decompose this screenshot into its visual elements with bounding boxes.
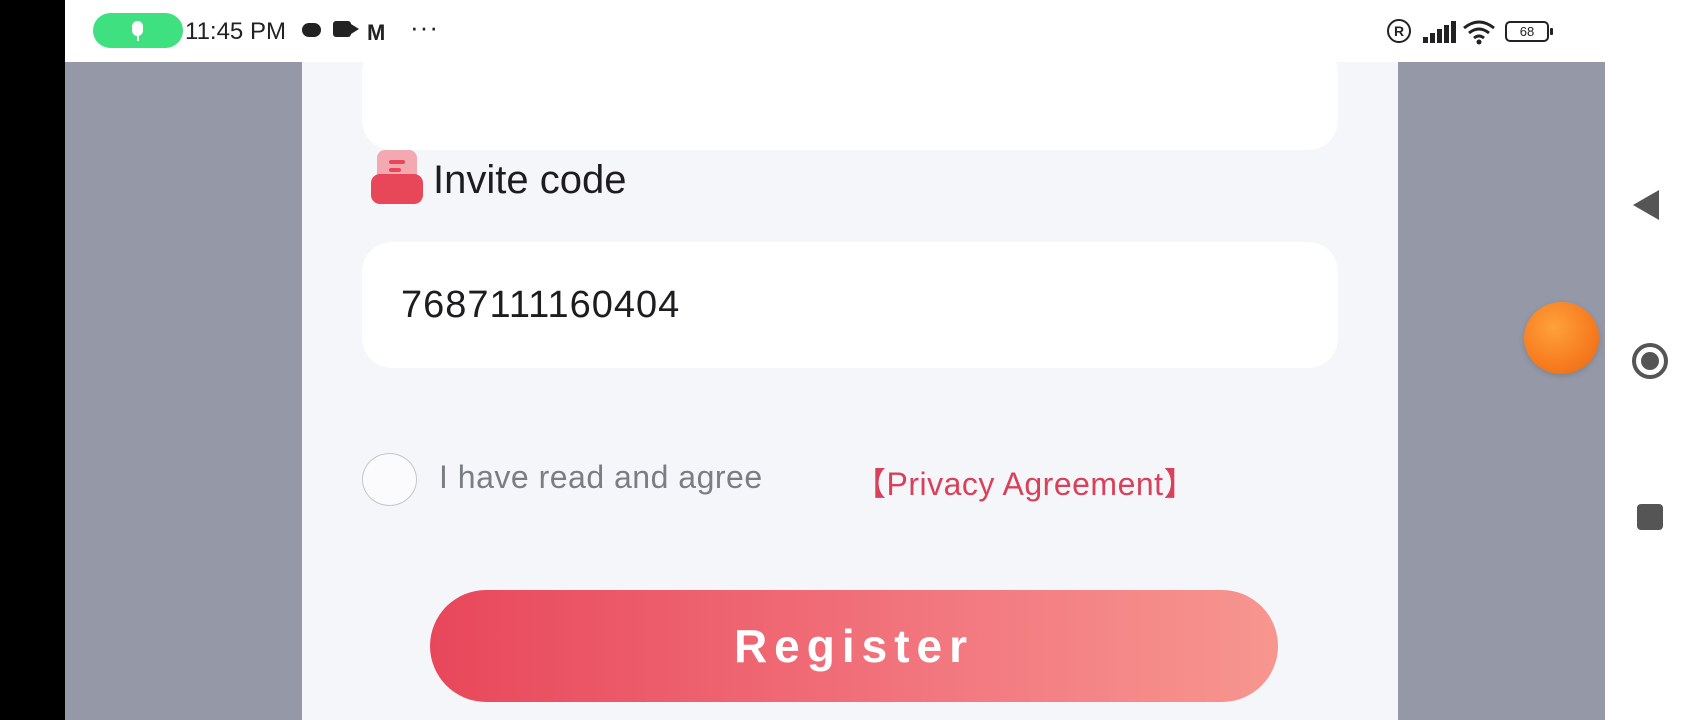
chat-bubble-icon	[302, 23, 321, 37]
registered-icon: R	[1387, 19, 1411, 43]
phone-screen: 11:45 PM M ··· R 68 Invite code 76871111…	[65, 0, 1605, 720]
navigation-bar	[1605, 0, 1694, 720]
video-icon	[333, 21, 359, 37]
invite-code-input[interactable]	[362, 242, 1338, 368]
left-black-bar	[0, 0, 65, 720]
register-form-panel: Invite code I have read and agree 【Priva…	[302, 42, 1398, 720]
back-icon[interactable]	[1633, 190, 1659, 220]
signal-icon	[1423, 21, 1457, 43]
register-button[interactable]: Register	[430, 590, 1278, 702]
previous-input-field[interactable]	[362, 42, 1338, 150]
recents-icon[interactable]	[1637, 504, 1663, 530]
mic-indicator[interactable]	[93, 13, 183, 48]
battery-icon: 68	[1505, 21, 1553, 42]
more-icon: ···	[410, 12, 439, 42]
floating-assistant-ball[interactable]	[1524, 302, 1599, 374]
invite-code-icon	[371, 150, 423, 206]
gmail-icon: M	[367, 20, 386, 45]
home-icon[interactable]	[1632, 343, 1668, 379]
invite-code-label: Invite code	[433, 158, 627, 202]
wifi-icon	[1463, 20, 1495, 45]
status-time: 11:45 PM	[185, 18, 286, 45]
agree-text: I have read and agree	[439, 459, 763, 495]
mic-icon	[132, 21, 143, 36]
agree-checkbox[interactable]	[362, 453, 417, 506]
privacy-agreement-link[interactable]: 【Privacy Agreement】	[854, 459, 1196, 505]
